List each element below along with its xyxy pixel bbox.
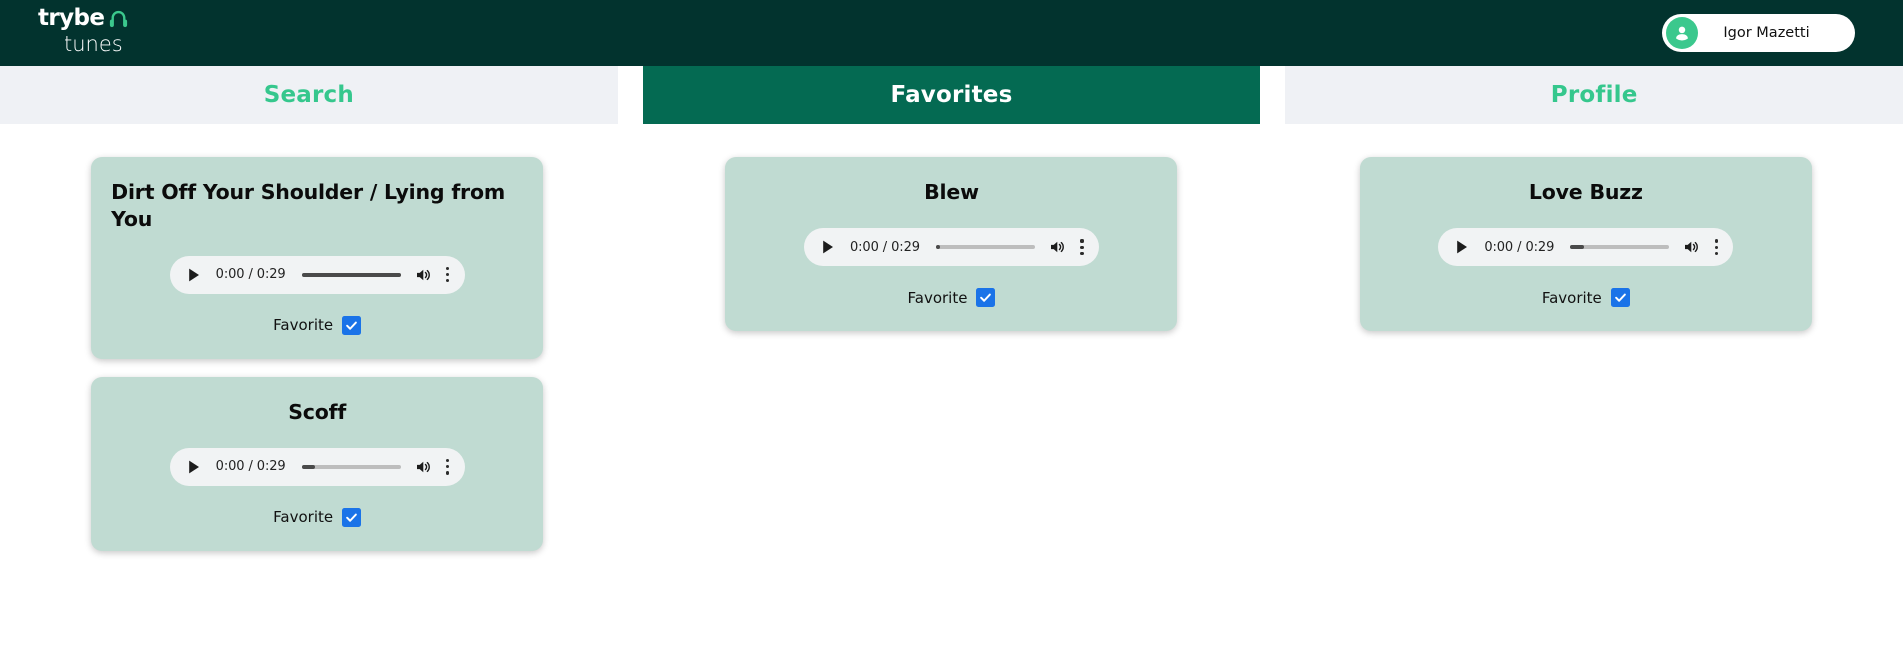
favorites-column-right: Love Buzz 0:00 / 0:29 Favorite (1269, 157, 1903, 551)
logo-brand-tunes: tunes (64, 32, 123, 56)
favorite-checkbox[interactable] (342, 315, 362, 335)
more-vertical-icon[interactable] (1714, 239, 1718, 256)
audio-progress-bar[interactable] (935, 245, 1035, 250)
play-icon[interactable] (1454, 239, 1470, 255)
music-card[interactable]: Scoff 0:00 / 0:29 Favorite (91, 376, 544, 551)
music-card[interactable]: Blew 0:00 / 0:29 Favorite (725, 157, 1178, 332)
audio-progress-bar[interactable] (301, 464, 401, 469)
play-icon[interactable] (186, 459, 202, 475)
more-vertical-icon[interactable] (446, 458, 450, 475)
music-card-title: Love Buzz (1528, 180, 1643, 204)
user-avatar-icon (1666, 17, 1698, 49)
tab-divider-right (1260, 66, 1286, 124)
music-card-title: Dirt Off Your Shoulder / Lying from You (111, 180, 505, 232)
favorite-toggle[interactable]: Favorite (273, 315, 362, 335)
music-card-title: Blew (924, 180, 979, 204)
volume-icon[interactable] (1048, 238, 1066, 256)
tab-favorites-label: Favorites (890, 82, 1013, 108)
logo-brand-trybe: trybe (38, 5, 105, 31)
audio-player[interactable]: 0:00 / 0:29 (169, 255, 465, 294)
music-card[interactable]: Love Buzz 0:00 / 0:29 Favorite (1359, 157, 1812, 332)
favorites-column-middle: Blew 0:00 / 0:29 Favorite (634, 157, 1268, 551)
favorite-toggle[interactable]: Favorite (907, 288, 996, 308)
volume-icon[interactable] (414, 458, 432, 476)
main-navigation-tabs: Search Favorites Profile (0, 66, 1903, 124)
favorite-label: Favorite (273, 508, 334, 527)
favorites-grid: Dirt Off Your Shoulder / Lying from You … (0, 157, 1903, 551)
favorite-label: Favorite (907, 288, 968, 307)
audio-buffer-fill (301, 272, 401, 277)
tab-favorites[interactable]: Favorites (642, 66, 1261, 124)
audio-buffer-fill (935, 245, 940, 250)
favorite-checkbox[interactable] (342, 507, 362, 527)
favorites-content: Dirt Off Your Shoulder / Lying from You … (0, 124, 1903, 658)
audio-player[interactable]: 0:00 / 0:29 (169, 447, 465, 486)
volume-icon[interactable] (1682, 238, 1700, 256)
app-header: trybe tunes Igor Mazetti (0, 0, 1903, 66)
favorite-checkbox[interactable] (1610, 288, 1630, 308)
audio-progress-bar[interactable] (301, 272, 401, 277)
tab-search-label: Search (263, 82, 354, 108)
favorites-column-left: Dirt Off Your Shoulder / Lying from You … (0, 157, 634, 551)
tab-search[interactable]: Search (0, 66, 618, 124)
audio-time-display: 0:00 / 0:29 (215, 267, 286, 282)
trybetunes-logo[interactable]: trybe tunes (38, 7, 158, 59)
volume-icon[interactable] (414, 266, 432, 284)
user-profile-pill[interactable]: Igor Mazetti (1662, 14, 1855, 52)
favorite-label: Favorite (1541, 288, 1602, 307)
logo-top-row: trybe (38, 7, 158, 33)
music-card[interactable]: Dirt Off Your Shoulder / Lying from You … (91, 157, 544, 359)
headphones-icon (110, 10, 128, 28)
audio-player[interactable]: 0:00 / 0:29 (803, 228, 1099, 267)
tab-profile-label: Profile (1550, 82, 1638, 108)
tab-divider-left (617, 66, 643, 124)
audio-player[interactable]: 0:00 / 0:29 (1438, 228, 1734, 267)
favorite-toggle[interactable]: Favorite (273, 507, 362, 527)
audio-time-display: 0:00 / 0:29 (215, 459, 286, 475)
tab-profile[interactable]: Profile (1285, 66, 1903, 124)
play-icon[interactable] (820, 239, 836, 255)
audio-progress-bar[interactable] (1570, 245, 1670, 250)
audio-time-display: 0:00 / 0:29 (849, 239, 920, 255)
favorite-toggle[interactable]: Favorite (1541, 288, 1630, 308)
favorite-checkbox[interactable] (976, 288, 996, 308)
audio-time-display: 0:00 / 0:29 (1484, 239, 1555, 255)
audio-buffer-fill (1570, 245, 1585, 250)
favorite-label: Favorite (273, 316, 334, 334)
play-icon[interactable] (186, 267, 202, 283)
audio-buffer-fill (301, 464, 316, 469)
more-vertical-icon[interactable] (446, 266, 450, 283)
user-name-label: Igor Mazetti (1723, 25, 1810, 41)
more-vertical-icon[interactable] (1080, 239, 1084, 256)
music-card-title: Scoff (288, 399, 347, 424)
